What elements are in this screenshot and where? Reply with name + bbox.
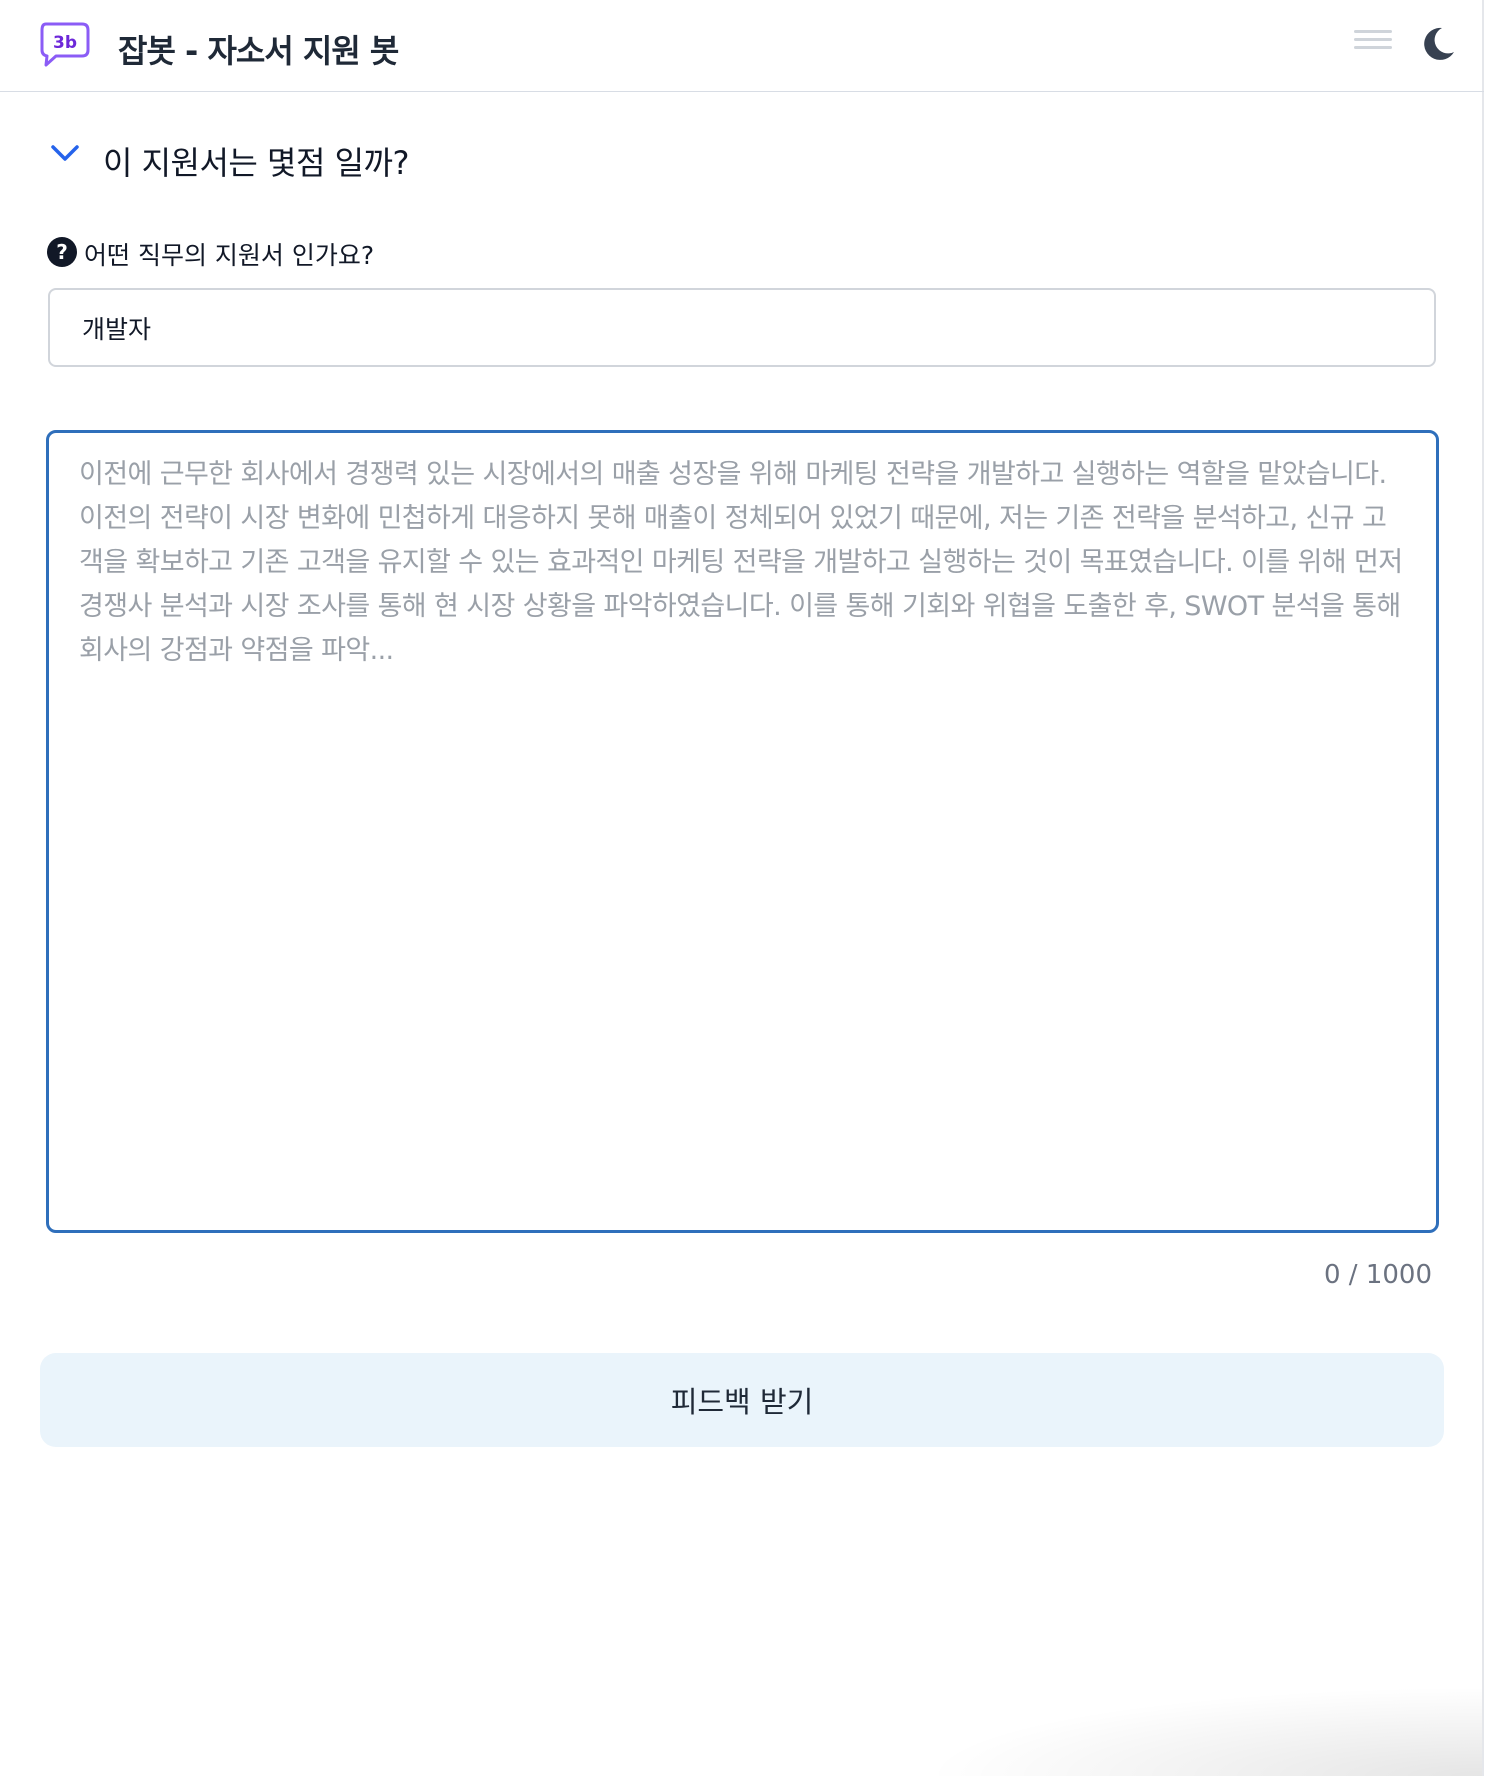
essay-textarea[interactable] — [46, 430, 1439, 1233]
chevron-down-icon[interactable] — [48, 138, 82, 166]
feedback-submit-button[interactable]: 피드백 받기 — [40, 1353, 1444, 1447]
window-shadow — [922, 1686, 1482, 1776]
job-input[interactable] — [48, 288, 1436, 367]
chat-bubble-logo-icon: 3b — [38, 20, 90, 68]
job-question-label: 어떤 직무의 지원서 인가요? — [84, 241, 375, 270]
section-title[interactable]: 이 지원서는 몇점 일까? — [103, 138, 409, 184]
hamburger-menu-icon[interactable] — [1354, 30, 1392, 60]
char-count: 0 / 1000 — [1324, 1260, 1432, 1290]
svg-text:3b: 3b — [53, 33, 77, 53]
question-circle-icon: ? — [47, 237, 77, 267]
app-window: 3b 잡봇 - 자소서 지원 봇 이 지원서는 몇점 일까? ? 어떤 직무의 … — [0, 0, 1484, 1776]
app-title: 잡봇 - 자소서 지원 봇 — [118, 32, 399, 70]
moon-icon[interactable] — [1422, 26, 1456, 62]
app-header: 3b 잡봇 - 자소서 지원 봇 — [0, 0, 1484, 92]
